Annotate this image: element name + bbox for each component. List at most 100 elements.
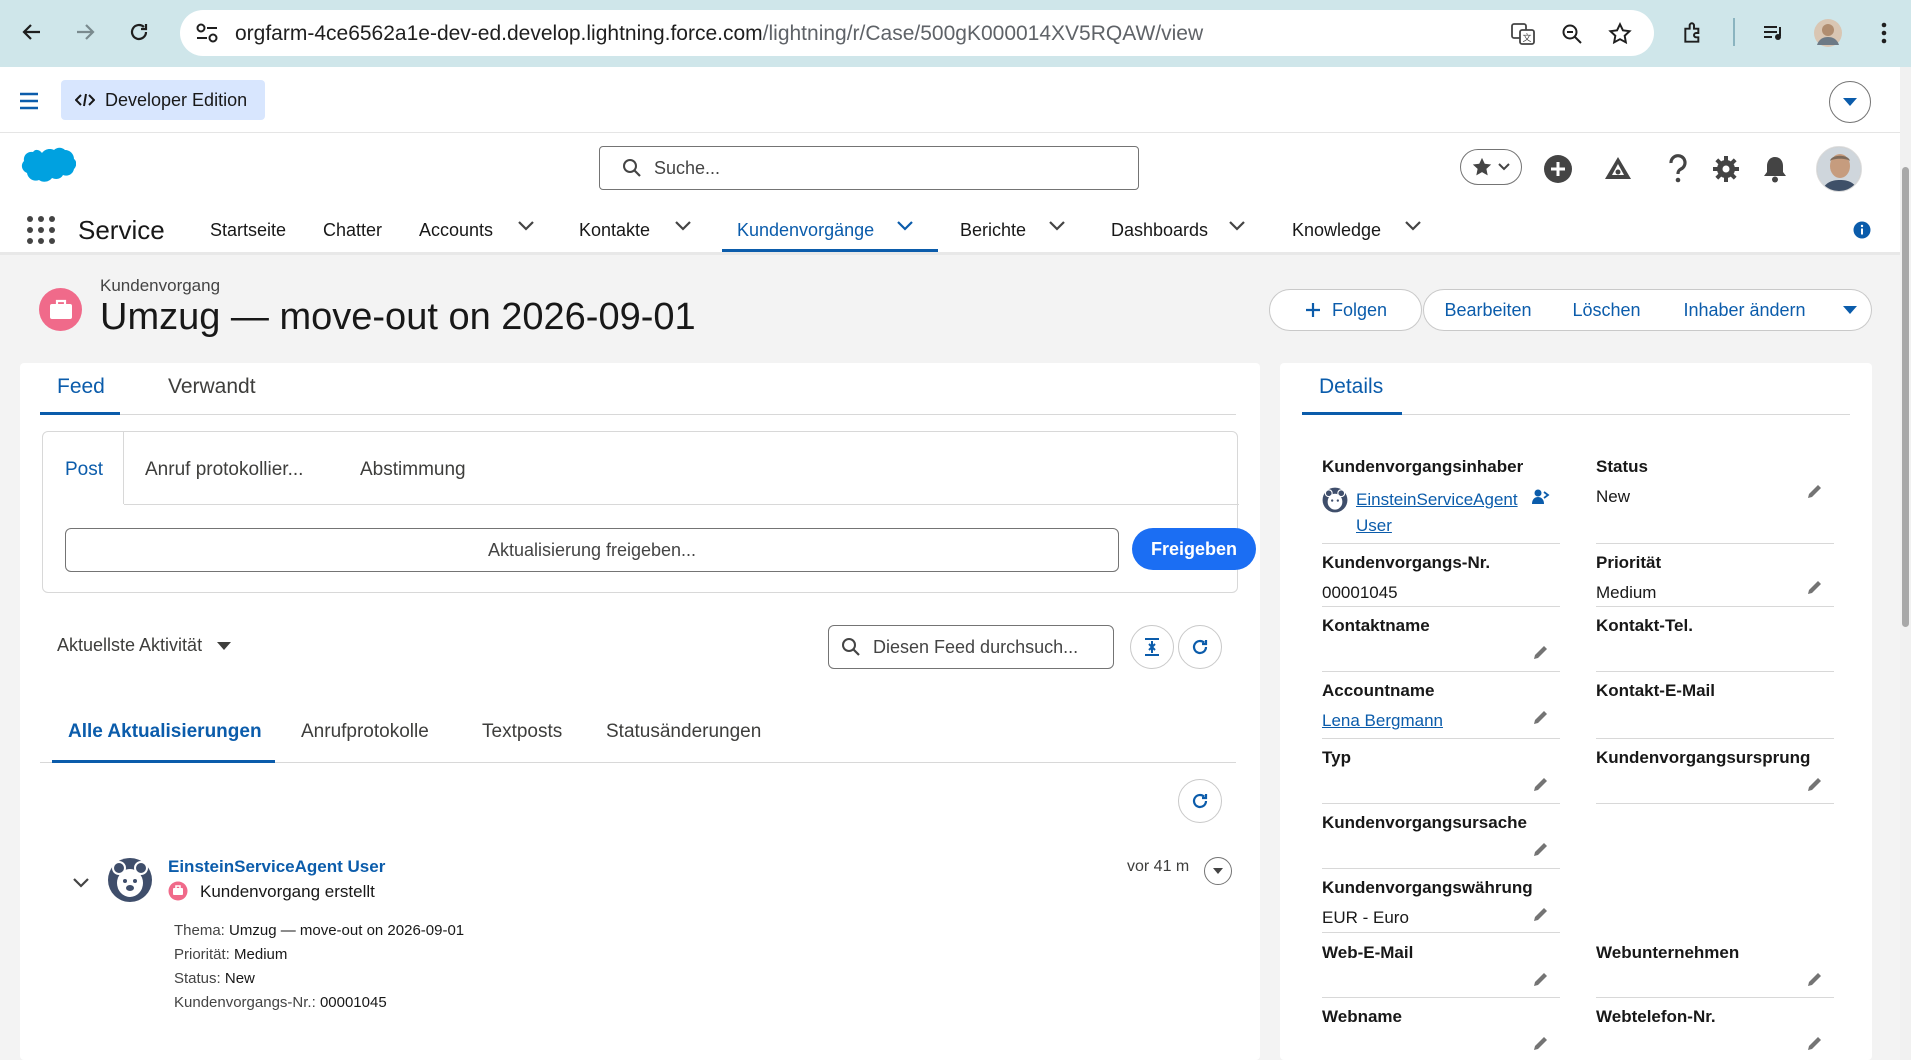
field-web-company: Webunternehmen <box>1596 943 1834 963</box>
edit-status-pencil-icon[interactable] <box>1806 482 1824 500</box>
field-divider <box>1322 932 1560 933</box>
browser-menu-icon[interactable] <box>1868 17 1900 49</box>
refresh-feed-button[interactable] <box>1178 625 1222 669</box>
menu-icon[interactable] <box>18 91 42 111</box>
change-owner-icon[interactable] <box>1532 488 1550 506</box>
url-text: orgfarm-4ce6562a1e-dev-ed.develop.lightn… <box>235 22 1204 45</box>
profile-avatar-icon[interactable] <box>1812 17 1844 49</box>
field-divider <box>1596 543 1834 544</box>
edit-account-pencil-icon[interactable] <box>1532 708 1550 726</box>
share-update-input[interactable]: Aktualisierung freigeben... <box>65 528 1119 572</box>
nav-item-dashboards[interactable]: Dashboards <box>1111 220 1208 241</box>
forward-button[interactable] <box>70 17 100 47</box>
user-avatar[interactable] <box>1816 146 1862 192</box>
plus-icon <box>1305 303 1320 317</box>
feed-search-input[interactable]: Diesen Feed durchsuch... <box>828 625 1114 669</box>
einstein-avatar[interactable] <box>107 857 153 903</box>
zoom-icon[interactable] <box>1559 21 1585 47</box>
chevron-down-icon <box>1049 221 1065 231</box>
share-button[interactable]: Freigeben <box>1132 528 1256 570</box>
feed-tab-status-changes[interactable]: Statusänderungen <box>606 721 761 743</box>
bookmark-star-icon[interactable] <box>1607 21 1633 47</box>
nav-item-chatter[interactable]: Chatter <box>323 220 382 241</box>
info-icon[interactable] <box>1853 221 1871 239</box>
nav-item-berichte[interactable]: Berichte <box>960 220 1026 241</box>
nav-berichte-chevron[interactable] <box>1048 220 1066 232</box>
edit-reason-pencil-icon[interactable] <box>1532 840 1550 858</box>
extensions-icon[interactable] <box>1678 17 1710 49</box>
nav-knowledge-chevron[interactable] <box>1404 220 1422 232</box>
follow-button[interactable]: Folgen <box>1269 289 1422 331</box>
favorite-star-icon <box>1472 157 1492 176</box>
salesforce-logo-icon[interactable] <box>18 147 76 187</box>
field-value: EUR - Euro <box>1322 908 1409 927</box>
nav-item-kundenvorgaenge[interactable]: Kundenvorgänge <box>737 220 874 241</box>
page-scrollbar[interactable] <box>1900 67 1911 1060</box>
edit-button[interactable]: Bearbeiten <box>1423 289 1553 331</box>
post-actions-menu[interactable] <box>1204 857 1232 885</box>
edit-currency-pencil-icon[interactable] <box>1532 905 1550 923</box>
edit-web-email-pencil-icon[interactable] <box>1532 970 1550 988</box>
delete-label: Löschen <box>1572 299 1641 320</box>
account-link[interactable]: Lena Bergmann <box>1322 711 1560 731</box>
edit-priority-pencil-icon[interactable] <box>1806 578 1824 596</box>
reload-icon <box>130 23 148 41</box>
global-create-icon[interactable] <box>1540 151 1576 187</box>
nav-label: Berichte <box>960 220 1027 240</box>
tab-bar-divider <box>40 414 1236 415</box>
edit-web-company-pencil-icon[interactable] <box>1806 970 1824 988</box>
site-settings-icon[interactable] <box>194 21 220 45</box>
nav-dashboards-chevron[interactable] <box>1228 220 1246 232</box>
feed-tab-call-logs[interactable]: Anrufprotokolle <box>301 721 429 743</box>
nav-kontakte-chevron[interactable] <box>674 220 692 232</box>
publisher-tab-call-log[interactable]: Anruf protokollier... <box>145 459 303 481</box>
post-timestamp[interactable]: vor 41 m <box>1127 858 1189 876</box>
nav-kundenvorgaenge-chevron[interactable] <box>896 220 914 232</box>
tab-verwandt[interactable]: Verwandt <box>168 375 256 399</box>
delete-button[interactable]: Löschen <box>1552 289 1662 331</box>
developer-edition-badge[interactable]: Developer Edition <box>61 80 265 120</box>
owner-link[interactable]: EinsteinServiceAgent User <box>1356 487 1518 539</box>
edit-origin-pencil-icon[interactable] <box>1806 775 1824 793</box>
nav-item-startseite[interactable]: Startseite <box>210 220 286 241</box>
feed-tab-text-posts[interactable]: Textposts <box>482 721 562 743</box>
edit-type-pencil-icon[interactable] <box>1532 775 1550 793</box>
translate-icon[interactable]: 文 <box>1510 21 1536 47</box>
collapse-post-chevron[interactable] <box>72 877 90 889</box>
favorites-button[interactable] <box>1460 149 1522 185</box>
publisher-tab-post[interactable]: Post <box>65 459 103 481</box>
scrollbar-thumb[interactable] <box>1902 167 1909 627</box>
feed-tab-indicator <box>52 760 275 763</box>
post-author-link[interactable]: EinsteinServiceAgent User <box>168 857 385 877</box>
post-body: Thema: Umzug — move-out on 2026-09-01 Pr… <box>174 919 464 1015</box>
edit-contact-name-pencil-icon[interactable] <box>1532 643 1550 661</box>
app-launcher-icon[interactable] <box>26 215 56 245</box>
back-button[interactable] <box>17 17 47 47</box>
nav-item-knowledge[interactable]: Knowledge <box>1292 220 1381 241</box>
record-title: Umzug — move-out on 2026-09-01 <box>100 296 696 338</box>
media-controls-icon[interactable] <box>1758 17 1790 49</box>
global-search-input[interactable]: Suche... <box>599 146 1139 190</box>
edit-web-phone-pencil-icon[interactable] <box>1806 1034 1824 1052</box>
refresh-updates-button[interactable] <box>1178 779 1222 823</box>
feed-tab-all-updates[interactable]: Alle Aktualisierungen <box>68 721 262 743</box>
setup-dropdown-button[interactable] <box>1829 81 1871 123</box>
setup-gear-icon[interactable] <box>1708 151 1744 187</box>
tab-feed[interactable]: Feed <box>57 375 105 399</box>
app-name: Service <box>78 215 165 245</box>
nav-item-kontakte[interactable]: Kontakte <box>579 220 650 241</box>
nav-item-accounts[interactable]: Accounts <box>419 220 493 241</box>
more-actions-button[interactable] <box>1828 289 1872 331</box>
publisher-tab-poll[interactable]: Abstimmung <box>360 459 466 481</box>
notifications-bell-icon[interactable] <box>1757 151 1793 187</box>
edit-web-name-pencil-icon[interactable] <box>1532 1034 1550 1052</box>
tab-details[interactable]: Details <box>1319 375 1383 399</box>
trailhead-icon[interactable] <box>1600 151 1636 187</box>
address-bar[interactable]: orgfarm-4ce6562a1e-dev-ed.develop.lightn… <box>180 10 1654 56</box>
help-icon[interactable] <box>1660 151 1696 187</box>
change-owner-button[interactable]: Inhaber ändern <box>1661 289 1829 331</box>
collapse-all-button[interactable] <box>1130 625 1174 669</box>
reload-button[interactable] <box>124 17 154 47</box>
nav-accounts-chevron[interactable] <box>517 220 535 232</box>
sort-dropdown[interactable]: Aktuellste Aktivität <box>57 635 232 656</box>
